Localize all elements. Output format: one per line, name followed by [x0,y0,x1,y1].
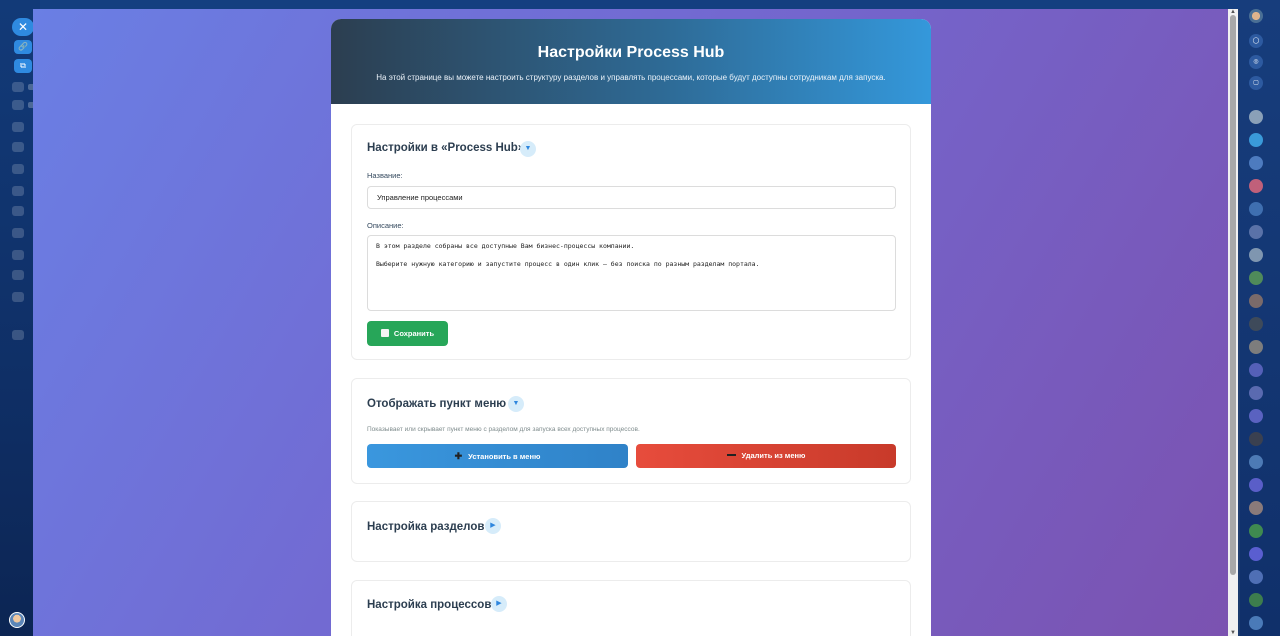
remove-button-label: Удалить из меню [741,451,806,460]
user-avatar[interactable] [9,612,25,628]
contact-avatar[interactable] [1249,386,1263,400]
contact-avatar[interactable] [1249,455,1263,469]
save-button[interactable]: Сохранить [367,321,448,346]
contact-avatar[interactable] [1249,340,1263,354]
save-icon [380,329,389,337]
contact-avatar[interactable] [1249,593,1263,607]
copilot-icon[interactable]: ◎ [1249,55,1263,69]
contact-avatar[interactable] [1249,524,1263,538]
contact-avatar[interactable] [1249,616,1263,630]
page-title: Настройки Process Hub [537,44,725,61]
plus-icon: ✚ [454,451,463,461]
slider-scrollbar[interactable]: ▲ ▼ [1228,9,1238,636]
sections-config-section: Настройка разделов ▶ [351,501,911,562]
contact-avatar[interactable] [1249,501,1263,515]
menu-description: Показывает или скрывает пункт меню с раз… [367,426,640,433]
collapse-toggle-icon[interactable]: ▼ [508,396,524,412]
description-line: Выберите нужную категорию и запустите пр… [376,260,760,268]
save-button-label: Сохранить [393,329,435,338]
contact-avatar[interactable] [1249,248,1263,262]
contact-avatar[interactable] [1249,317,1263,331]
install-button-label: Установить в меню [468,452,541,461]
contact-avatar[interactable] [1249,363,1263,377]
section-title: Настройки в «Process Hub» [367,142,525,154]
name-label: Название: [367,171,403,180]
description-label: Описание: [367,221,404,230]
chat-icon[interactable]: ▢ [1249,76,1263,90]
open-new-window-icon[interactable]: ⧉ [14,59,32,73]
contact-avatar[interactable] [1249,271,1263,285]
contact-avatar[interactable] [1249,202,1263,216]
profile-avatar[interactable] [1249,9,1263,23]
description-textarea[interactable]: В этом разделе собраны все доступные Вам… [367,235,896,311]
minus-icon [726,454,736,456]
copy-link-icon[interactable]: 🔗 [14,40,32,54]
right-rail: ◯ ◎ ▢ [1240,0,1280,636]
expand-toggle-icon[interactable]: ▶ [485,518,501,534]
contact-avatar[interactable] [1249,432,1263,446]
section-title: Настройка процессов [367,599,492,611]
contact-avatar[interactable] [1249,478,1263,492]
close-slider-button[interactable]: ✕ [12,18,34,36]
section-title: Настройка разделов [367,521,485,533]
scroll-down-icon[interactable]: ▼ [1230,630,1236,636]
card-header: Настройки Process Hub На этой странице в… [331,19,931,104]
processes-config-section: Настройка процессов ▶ [351,580,911,636]
bell-icon[interactable]: ◯ [1249,34,1263,48]
contact-avatar[interactable] [1249,570,1263,584]
collapse-toggle-icon[interactable]: ▼ [520,141,536,157]
contact-avatar[interactable] [1249,225,1263,239]
remove-menu-button[interactable]: Удалить из меню [636,444,896,468]
contact-avatar[interactable] [1249,133,1263,147]
scrollbar-thumb[interactable] [1230,15,1236,575]
contact-avatar[interactable] [1249,156,1263,170]
contact-avatar[interactable] [1249,179,1263,193]
name-input[interactable]: Управление процессами [367,186,896,209]
menu-item-section: Отображать пункт меню ▼ Показывает или с… [351,378,911,484]
contact-avatar[interactable] [1249,294,1263,308]
contact-avatar[interactable] [1249,110,1263,124]
contact-avatar[interactable] [1249,409,1263,423]
settings-card: Настройки Process Hub На этой странице в… [331,19,931,636]
portal-top-bar [0,0,1280,9]
contact-avatar[interactable] [1249,547,1263,561]
page-subtitle: На этой странице вы можете настроить стр… [376,73,886,82]
section-title: Отображать пункт меню [367,398,507,410]
expand-toggle-icon[interactable]: ▶ [491,596,507,612]
description-line: В этом разделе собраны все доступные Вам… [376,242,635,250]
install-menu-button[interactable]: ✚ Установить в меню [367,444,628,468]
hub-settings-section: Настройки в «Process Hub» ▼ Название: Уп… [351,124,911,360]
